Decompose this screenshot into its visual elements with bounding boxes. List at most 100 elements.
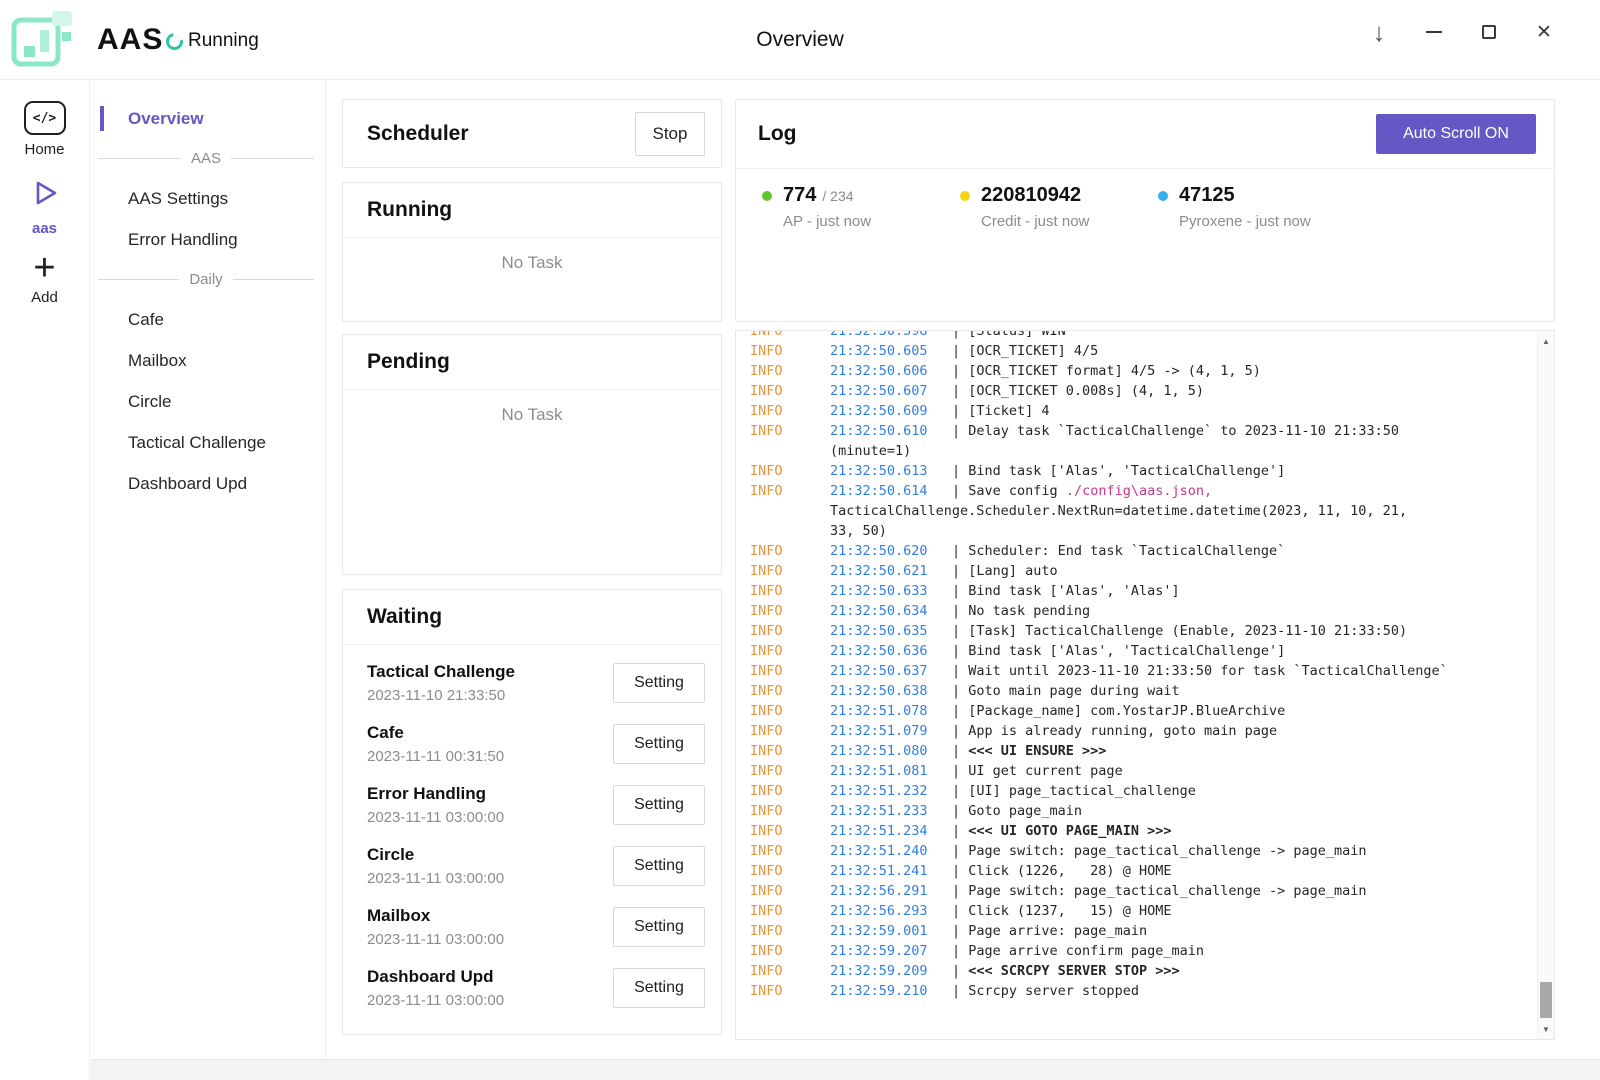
log-timestamp: 21:32:59.209 <box>830 961 952 981</box>
stat-label: AP - just now <box>783 213 871 230</box>
task-next-run-time: 2023-11-11 03:00:00 <box>367 931 504 948</box>
rail-item-add[interactable]: + Add <box>0 253 89 306</box>
log-message: Save config ./config\aas.json, <box>968 481 1212 501</box>
maximize-button[interactable] <box>1471 14 1507 50</box>
scroll-down-arrow-icon[interactable]: ▼ <box>1538 1021 1554 1037</box>
divider-line <box>98 279 179 280</box>
log-level: INFO <box>750 701 830 721</box>
log-message-segment: Scrcpy server stopped <box>968 983 1139 999</box>
log-message-segment: Save config <box>968 483 1066 499</box>
stat-value: 47125 <box>1179 184 1235 207</box>
log-message: Scrcpy server stopped <box>968 981 1139 1001</box>
log-message: Click (1237, 15) @ HOME <box>968 901 1171 921</box>
log-timestamp: 21:32:50.633 <box>830 581 952 601</box>
log-timestamp: 21:32:50.637 <box>830 661 952 681</box>
auto-scroll-toggle[interactable]: Auto Scroll ON <box>1376 114 1536 154</box>
sidebar-item-label: Error Handling <box>128 230 238 250</box>
log-separator: | <box>952 541 968 561</box>
stop-button[interactable]: Stop <box>635 112 705 156</box>
setting-button[interactable]: Setting <box>613 846 705 886</box>
waiting-task-list: Tactical Challenge2023-11-10 21:33:50 Set… <box>343 645 721 1018</box>
horizontal-scrollbar-track[interactable] <box>91 1059 1600 1080</box>
rail-item-home[interactable]: </> Home <box>0 101 89 158</box>
log-timestamp: 21:32:51.232 <box>830 781 952 801</box>
log-message-segment: Goto main page during wait <box>968 683 1179 699</box>
close-button[interactable]: ✕ <box>1526 14 1562 50</box>
log-separator: | <box>952 330 968 341</box>
log-message: [OCR_TICKET 0.008s] (4, 1, 5) <box>968 381 1204 401</box>
log-message: [OCR_TICKET format] 4/5 -> (4, 1, 5) <box>968 361 1261 381</box>
log-line-continuation: (minute=1) <box>750 441 1524 461</box>
log-line: INFO21:32:51.240| Page switch: page_tact… <box>750 841 1524 861</box>
log-level: INFO <box>750 781 830 801</box>
log-timestamp: 21:32:51.080 <box>830 741 952 761</box>
status-indicator: Running <box>166 30 259 52</box>
sidebar-item-cafe[interactable]: Cafe <box>91 299 325 340</box>
log-message-segment: Bind task ['Alas', 'TacticalChallenge'] <box>968 643 1285 659</box>
sidebar-item-label: Mailbox <box>128 351 187 371</box>
task-name: Circle <box>367 845 504 865</box>
log-message: Scheduler: End task `TacticalChallenge` <box>968 541 1285 561</box>
log-level: INFO <box>750 621 830 641</box>
log-level: INFO <box>750 921 830 941</box>
task-name: Error Handling <box>367 784 504 804</box>
log-message-segment: Page switch: page_tactical_challenge -> … <box>968 843 1366 859</box>
log-timestamp: 21:32:56.293 <box>830 901 952 921</box>
log-timestamp: 21:32:51.079 <box>830 721 952 741</box>
log-message: [OCR_TICKET] 4/5 <box>968 341 1098 361</box>
waiting-task-row-error-handling: Error Handling2023-11-11 03:00:00Setting <box>343 774 721 835</box>
log-separator: | <box>952 901 968 921</box>
task-info: Tactical Challenge2023-11-10 21:33:50 <box>367 662 515 704</box>
log-separator: | <box>952 801 968 821</box>
minimize-button[interactable] <box>1416 14 1452 50</box>
log-message: [Task] TacticalChallenge (Enable, 2023-1… <box>968 621 1407 641</box>
sidebar-item-circle[interactable]: Circle <box>91 381 325 422</box>
log-message-segment: Click (1237, 15) @ HOME <box>968 903 1171 919</box>
task-next-run-time: 2023-11-11 03:00:00 <box>367 870 504 887</box>
log-vertical-scrollbar[interactable]: ▲ ▼ <box>1537 331 1554 1039</box>
sidebar-item-overview[interactable]: Overview <box>91 98 325 139</box>
log-line: INFO21:32:59.210| Scrcpy server stopped <box>750 981 1524 1001</box>
sidebar-item-aas-settings[interactable]: AAS Settings <box>91 178 325 219</box>
setting-button[interactable]: Setting <box>613 968 705 1008</box>
sidebar-item-label: AAS Settings <box>128 189 228 209</box>
scroll-up-arrow-icon[interactable]: ▲ <box>1538 333 1554 349</box>
sidebar-item-dashboard-upd[interactable]: Dashboard Upd <box>91 463 325 504</box>
log-timestamp: 21:32:51.241 <box>830 861 952 881</box>
rail-item-aas[interactable]: aas <box>0 177 89 237</box>
setting-button[interactable]: Setting <box>613 785 705 825</box>
log-level: INFO <box>750 741 830 761</box>
sidebar-item-mailbox[interactable]: Mailbox <box>91 340 325 381</box>
log-level: INFO <box>750 341 830 361</box>
titlebar: AAS Running Overview ↓ ✕ <box>0 0 1600 80</box>
sidebar-item-label: Overview <box>128 109 204 129</box>
update-download-icon[interactable]: ↓ <box>1361 14 1397 50</box>
log-timestamp: 21:32:50.605 <box>830 341 952 361</box>
log-message-segment: [OCR_TICKET] 4/5 <box>968 343 1098 359</box>
log-separator: | <box>952 601 968 621</box>
log-level: INFO <box>750 721 830 741</box>
log-message: UI get current page <box>968 761 1122 781</box>
app-logo-icon <box>10 8 76 70</box>
task-name: Mailbox <box>367 906 504 926</box>
log-timestamp: 21:32:56.291 <box>830 881 952 901</box>
log-message-segment: Page arrive confirm page_main <box>968 943 1204 959</box>
sidebar-item-tactical-challenge[interactable]: Tactical Challenge <box>91 422 325 463</box>
log-message-segment: Goto page_main <box>968 803 1082 819</box>
log-message-segment: UI get current page <box>968 763 1122 779</box>
divider-label: Daily <box>189 271 222 288</box>
log-message-segment: Page arrive: page_main <box>968 923 1147 939</box>
log-line-continuation: TacticalChallenge.Scheduler.NextRun=date… <box>750 501 1524 521</box>
log-timestamp: 21:32:50.614 <box>830 481 952 501</box>
scrollbar-thumb[interactable] <box>1540 982 1552 1018</box>
log-line: INFO21:32:51.081| UI get current page <box>750 761 1524 781</box>
log-level: INFO <box>750 661 830 681</box>
setting-button[interactable]: Setting <box>613 724 705 764</box>
setting-button[interactable]: Setting <box>613 907 705 947</box>
log-message: Bind task ['Alas', 'TacticalChallenge'] <box>968 641 1285 661</box>
app-window: AAS Running Overview ↓ ✕ </> Home aas <box>0 0 1600 1080</box>
sidebar-item-error-handling[interactable]: Error Handling <box>91 219 325 260</box>
setting-button[interactable]: Setting <box>613 663 705 703</box>
log-separator: | <box>952 581 968 601</box>
log-message-segment: [Package_name] com.YostarJP.BlueArchive <box>968 703 1285 719</box>
